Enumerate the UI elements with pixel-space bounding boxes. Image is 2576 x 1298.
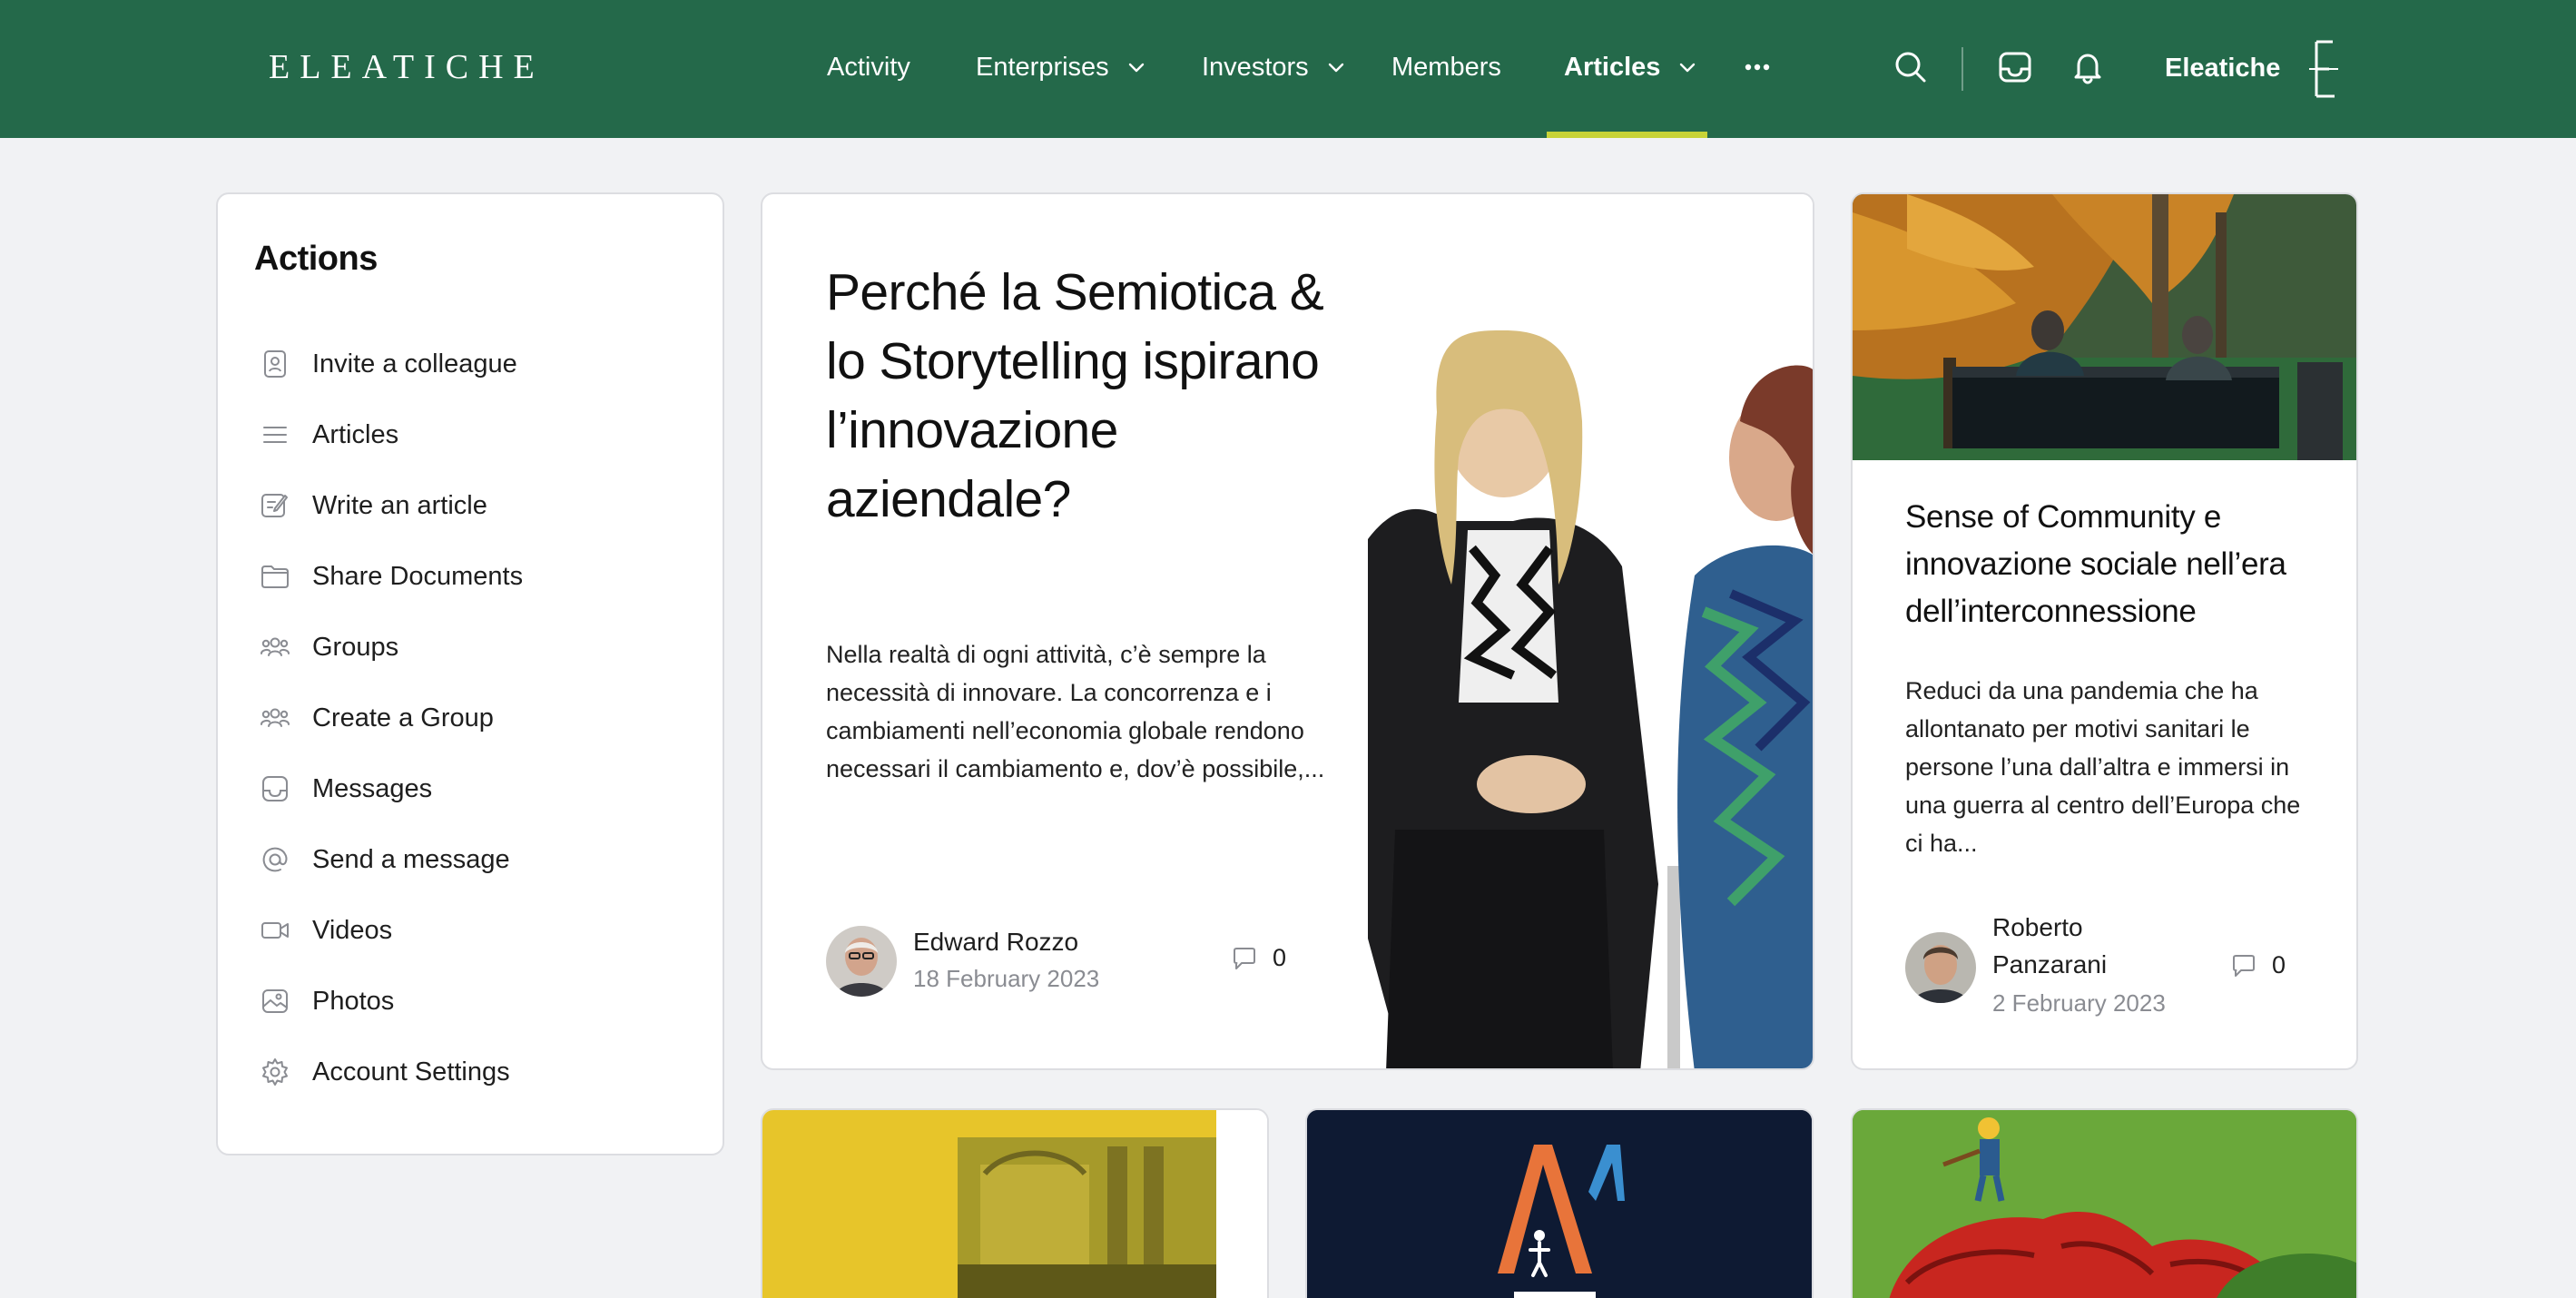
list-icon bbox=[263, 427, 287, 443]
gear-icon bbox=[262, 1058, 288, 1086]
author-avatar[interactable] bbox=[826, 926, 897, 997]
action-label: Articles bbox=[312, 419, 399, 449]
author-name-continued[interactable]: Panzarani bbox=[1992, 947, 2107, 983]
comment-count-value: 0 bbox=[1273, 944, 1287, 971]
publish-date: 2 February 2023 bbox=[1992, 989, 2166, 1017]
article-image[interactable] bbox=[1307, 1110, 1814, 1298]
nav-item-articles[interactable]: Articles bbox=[1564, 47, 1698, 87]
article-card[interactable] bbox=[1305, 1108, 1814, 1298]
edit-icon bbox=[261, 494, 288, 517]
action-label: Account Settings bbox=[312, 1057, 510, 1087]
nav-item-activity[interactable]: Activity bbox=[827, 47, 910, 87]
author-name[interactable]: Roberto bbox=[1992, 910, 2083, 946]
action-label: Videos bbox=[312, 915, 393, 945]
nav-item-members[interactable]: Members bbox=[1391, 47, 1501, 87]
featured-article-card[interactable]: Perché la Semiotica & lo Storytelling is… bbox=[761, 192, 1814, 1070]
photo-icon bbox=[262, 989, 288, 1013]
action-articles[interactable]: Articles bbox=[260, 412, 398, 457]
article-title[interactable]: Sense of Community e innovazione sociale… bbox=[1905, 494, 2332, 635]
action-send-message[interactable]: Send a message bbox=[260, 837, 510, 882]
bell-icon[interactable] bbox=[2070, 49, 2106, 85]
contact-card-icon bbox=[264, 350, 286, 378]
chevron-down-icon bbox=[1128, 63, 1144, 73]
user-avatar[interactable] bbox=[2306, 38, 2342, 100]
actions-panel: Actions Invite a colleague Articles Writ… bbox=[216, 192, 724, 1155]
nav-item-enterprises[interactable]: Enterprises bbox=[976, 47, 1147, 87]
comment-count[interactable]: 0 bbox=[1231, 944, 1286, 972]
nav-label: Activity bbox=[827, 52, 910, 82]
action-share-documents[interactable]: Share Documents bbox=[260, 554, 523, 599]
top-navigation-bar: ELEATICHE Activity Enterprises Investors… bbox=[0, 0, 2576, 138]
action-label: Groups bbox=[312, 632, 399, 662]
action-account-settings[interactable]: Account Settings bbox=[260, 1049, 510, 1095]
action-label: Photos bbox=[312, 986, 395, 1016]
action-label: Send a message bbox=[312, 844, 510, 874]
comment-count[interactable]: 0 bbox=[2230, 951, 2286, 979]
action-label: Create a Group bbox=[312, 703, 494, 733]
active-nav-indicator bbox=[1547, 132, 1707, 138]
nav-label: Articles bbox=[1564, 52, 1661, 82]
video-icon bbox=[261, 922, 289, 939]
action-create-group[interactable]: Create a Group bbox=[260, 695, 494, 741]
action-label: Share Documents bbox=[312, 561, 524, 591]
chevron-down-icon bbox=[1328, 63, 1343, 73]
action-groups[interactable]: Groups bbox=[260, 624, 398, 670]
nav-item-investors[interactable]: Investors bbox=[1202, 47, 1347, 87]
featured-article-title[interactable]: Perché la Semiotica & lo Storytelling is… bbox=[826, 258, 1334, 534]
user-name[interactable]: Eleatiche bbox=[2165, 50, 2280, 86]
action-label: Write an article bbox=[312, 490, 487, 520]
inbox-icon[interactable] bbox=[1997, 49, 2033, 85]
author-avatar[interactable] bbox=[1905, 932, 1976, 1003]
action-label: Messages bbox=[312, 773, 433, 803]
search-icon[interactable] bbox=[1893, 49, 1929, 85]
article-card[interactable]: Sense of Community e innovazione sociale… bbox=[1851, 192, 2358, 1070]
at-icon bbox=[262, 847, 288, 872]
folder-icon bbox=[261, 565, 289, 588]
action-videos[interactable]: Videos bbox=[260, 908, 392, 953]
users-icon bbox=[261, 708, 290, 727]
comment-icon bbox=[1234, 947, 1255, 969]
article-card[interactable] bbox=[761, 1108, 1269, 1298]
nav-label: Members bbox=[1391, 52, 1501, 82]
featured-article-excerpt: Nella realtà di ogni attività, c’è sempr… bbox=[826, 641, 1325, 782]
site-logo[interactable]: ELEATICHE bbox=[269, 45, 545, 89]
chevron-down-icon bbox=[1680, 63, 1696, 73]
article-excerpt: Reduci da una pandemia che ha allontanat… bbox=[1905, 677, 2301, 857]
comment-icon bbox=[2233, 954, 2255, 977]
article-image[interactable] bbox=[1853, 1110, 2358, 1298]
action-photos[interactable]: Photos bbox=[260, 978, 394, 1024]
featured-article-image[interactable] bbox=[1368, 194, 1814, 1070]
users-icon bbox=[261, 637, 290, 656]
nav-label: Enterprises bbox=[976, 52, 1109, 82]
action-write-article[interactable]: Write an article bbox=[260, 483, 487, 528]
header-divider bbox=[1961, 47, 1963, 91]
article-card[interactable] bbox=[1851, 1108, 2358, 1298]
article-image[interactable] bbox=[762, 1110, 1269, 1298]
actions-title: Actions bbox=[254, 240, 378, 278]
author-name[interactable]: Edward Rozzo bbox=[913, 924, 1078, 960]
action-label: Invite a colleague bbox=[312, 349, 517, 379]
action-messages[interactable]: Messages bbox=[260, 766, 432, 811]
article-image[interactable] bbox=[1853, 194, 2358, 460]
publish-date: 18 February 2023 bbox=[913, 965, 1100, 992]
action-invite-colleague[interactable]: Invite a colleague bbox=[260, 341, 517, 387]
comment-count-value: 0 bbox=[2272, 951, 2286, 978]
more-icon[interactable] bbox=[1743, 54, 1772, 80]
nav-label: Investors bbox=[1202, 52, 1309, 82]
inbox-icon bbox=[262, 776, 288, 801]
